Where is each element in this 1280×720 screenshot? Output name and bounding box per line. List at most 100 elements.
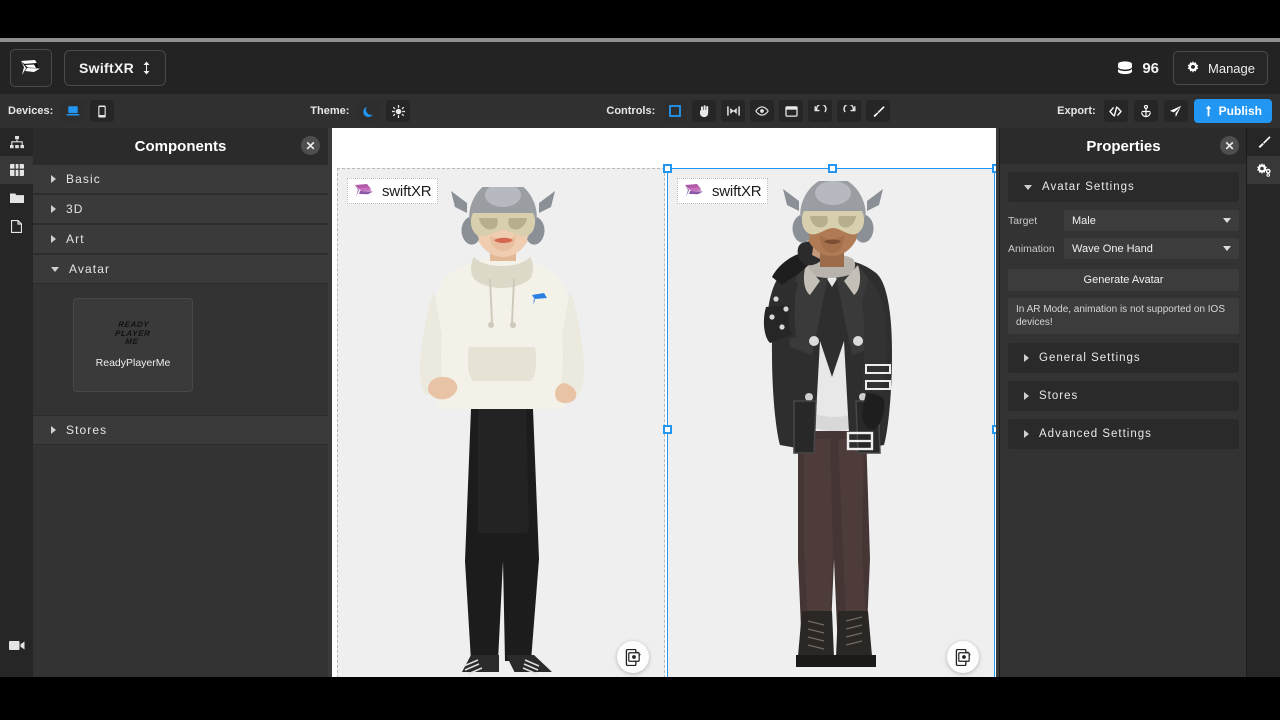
viewport-male-avatar[interactable]: swiftXR	[663, 164, 996, 677]
project-name: SwiftXR	[79, 60, 134, 76]
section-avatar-settings[interactable]: Avatar Settings	[1008, 172, 1239, 202]
generate-avatar-button[interactable]: Generate Avatar	[1008, 269, 1239, 291]
video-camera-icon	[8, 640, 24, 650]
manage-label: Manage	[1208, 60, 1255, 76]
generate-avatar-label: Generate Avatar	[1083, 274, 1164, 286]
control-undo-button[interactable]	[808, 100, 833, 122]
letterbox-bottom	[0, 677, 1280, 720]
viewport-female-avatar[interactable]: swiftXR	[337, 168, 665, 677]
component-caption: ReadyPlayerMe	[95, 357, 171, 370]
resize-icon	[726, 106, 740, 116]
letterbox-top	[0, 0, 1280, 38]
chevron-right-icon	[1024, 354, 1029, 362]
theme-dark-button[interactable]	[357, 100, 382, 122]
phone-icon	[98, 104, 106, 118]
paintbrush-icon	[1258, 136, 1271, 148]
section-advanced-settings[interactable]: Advanced Settings	[1008, 419, 1239, 449]
resize-handle-top-right[interactable]	[992, 164, 996, 173]
components-close-button[interactable]: ✕	[301, 136, 320, 155]
canvas-page: swiftXR swiftXR	[332, 128, 996, 677]
control-redo-button[interactable]	[837, 100, 862, 122]
control-select-button[interactable]	[663, 100, 688, 122]
controls-group	[663, 100, 891, 122]
control-scale-button[interactable]	[721, 100, 746, 122]
component-readyplayerme[interactable]: READY PLAYER ME ReadyPlayerMe	[73, 298, 193, 392]
brand-logo-button[interactable]	[10, 49, 52, 87]
devices-label: Devices:	[8, 105, 54, 117]
rail-assets-button[interactable]	[0, 184, 33, 212]
field-animation: Animation Wave One Hand	[1008, 238, 1239, 259]
right-icon-rail	[1246, 128, 1280, 677]
ar-view-button[interactable]	[947, 641, 979, 673]
component-group-stores[interactable]: Stores	[33, 415, 328, 445]
theme-light-button[interactable]	[386, 100, 411, 122]
device-mobile-button[interactable]	[90, 100, 115, 122]
chevron-right-icon	[51, 205, 56, 213]
hierarchy-icon	[9, 135, 24, 148]
chevron-down-icon	[51, 266, 59, 272]
resize-handle-top-left[interactable]	[663, 164, 672, 173]
eye-icon	[755, 106, 770, 116]
control-pan-button[interactable]	[692, 100, 717, 122]
credits-display[interactable]: 96	[1116, 60, 1159, 77]
properties-panel: Properties ✕ Avatar Settings Target Male…	[999, 128, 1247, 677]
resize-handle-top-center[interactable]	[828, 164, 837, 173]
square-outline-icon	[669, 105, 682, 117]
control-preview-button[interactable]	[750, 100, 775, 122]
target-value: Male	[1072, 214, 1096, 227]
chevron-right-icon	[1024, 430, 1029, 438]
avatar-components-list: READY PLAYER ME ReadyPlayerMe	[33, 284, 328, 392]
rail-styles-button[interactable]	[1247, 128, 1280, 156]
ar-view-icon	[625, 648, 641, 666]
publish-button[interactable]: Publish	[1193, 99, 1272, 123]
properties-panel-title: Properties	[1086, 137, 1161, 155]
anchor-download-icon	[1140, 104, 1151, 117]
rail-record-button[interactable]	[0, 631, 33, 659]
export-download-button[interactable]	[1133, 100, 1158, 122]
components-panel-title: Components	[134, 137, 227, 155]
export-share-button[interactable]	[1163, 100, 1188, 122]
animation-select[interactable]: Wave One Hand	[1064, 238, 1239, 259]
component-group-label: Stores	[66, 423, 108, 437]
up-down-arrows-icon	[143, 61, 150, 75]
chevron-down-icon	[1223, 246, 1231, 251]
canvas-area[interactable]: swiftXR swiftXR	[328, 128, 1000, 677]
device-desktop-button[interactable]	[61, 100, 86, 122]
project-selector[interactable]: SwiftXR	[64, 50, 166, 86]
resize-handle-middle-right[interactable]	[992, 425, 996, 434]
resize-handle-middle-left[interactable]	[663, 425, 672, 434]
component-group-basic[interactable]: Basic	[33, 164, 328, 194]
component-group-art[interactable]: Art	[33, 224, 328, 254]
component-group-3d[interactable]: 3D	[33, 194, 328, 224]
ar-mode-note: In AR Mode, animation is not supported o…	[1008, 298, 1239, 334]
chevron-down-icon	[1024, 184, 1032, 190]
export-embed-code-button[interactable]	[1103, 100, 1128, 122]
rail-pages-button[interactable]	[0, 212, 33, 240]
top-bar-right: 96 Manage	[1116, 51, 1268, 85]
scene-container: swiftXR swiftXR	[337, 164, 996, 677]
properties-close-button[interactable]: ✕	[1220, 136, 1239, 155]
control-brush-button[interactable]	[866, 100, 891, 122]
coin-stack-icon	[1118, 61, 1133, 75]
swiftxr-flag-icon	[21, 60, 40, 75]
control-layout-button[interactable]	[779, 100, 804, 122]
rail-settings-button[interactable]	[1247, 156, 1280, 184]
manage-button[interactable]: Manage	[1173, 51, 1268, 85]
target-select[interactable]: Male	[1064, 210, 1239, 231]
components-panel-header: Components ✕	[33, 128, 328, 164]
section-stores[interactable]: Stores	[1008, 381, 1239, 411]
component-group-label: Art	[66, 232, 85, 246]
laptop-icon	[66, 106, 80, 116]
section-label: Advanced Settings	[1039, 428, 1152, 440]
rail-components-button[interactable]	[0, 156, 33, 184]
window-icon	[785, 105, 798, 117]
component-group-avatar[interactable]: Avatar	[33, 254, 328, 284]
section-general-settings[interactable]: General Settings	[1008, 343, 1239, 373]
redo-arrow-icon	[843, 104, 856, 112]
rail-scene-tree-button[interactable]	[0, 128, 33, 156]
document-icon	[11, 219, 22, 233]
upload-arrow-icon	[1205, 105, 1211, 117]
ar-view-button[interactable]	[617, 641, 649, 673]
swiftxr-editor: SwiftXR 96 Manage Devices: Theme: Contro…	[0, 42, 1280, 677]
moon-icon	[363, 106, 373, 117]
